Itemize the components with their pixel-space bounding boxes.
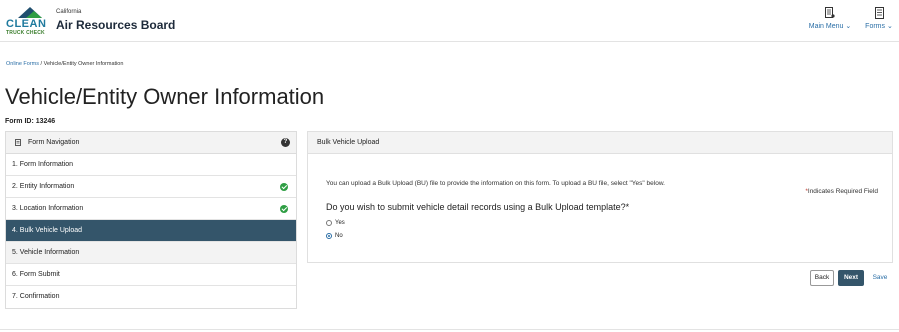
nav-item-label: 4. Bulk Vehicle Upload	[12, 227, 83, 234]
bulk-upload-question: Do you wish to submit vehicle detail rec…	[326, 202, 630, 212]
logo-text-truck-check: TRUCK CHECK	[6, 30, 45, 36]
save-button[interactable]: Save	[868, 270, 892, 286]
forms-menu-button[interactable]: Forms ⌄	[862, 7, 896, 30]
radio-no-circle[interactable]	[326, 233, 332, 239]
panel-title: Bulk Vehicle Upload	[308, 132, 892, 154]
main-menu-button[interactable]: Main Menu ⌄	[808, 7, 852, 30]
nav-item-entity-information[interactable]: 2. Entity Information	[6, 176, 296, 198]
brand-state: California	[56, 9, 82, 15]
main-menu-label: Main Menu ⌄	[808, 23, 852, 30]
breadcrumb-online-forms[interactable]: Online Forms	[6, 61, 39, 67]
radio-yes[interactable]: Yes	[326, 220, 345, 226]
help-icon[interactable]: ?	[281, 138, 290, 147]
nav-item-confirmation[interactable]: 7. Confirmation	[6, 286, 296, 308]
breadcrumb-separator: /	[40, 61, 43, 67]
document-icon	[15, 139, 21, 146]
breadcrumb: Online Forms / Vehicle/Entity Owner Info…	[6, 61, 123, 67]
logo-text-clean: CLEAN	[6, 18, 47, 30]
page-title: Vehicle/Entity Owner Information	[5, 84, 325, 109]
nav-item-label: 7. Confirmation	[12, 293, 60, 300]
clean-truck-check-logo[interactable]: CLEAN TRUCK CHECK	[6, 6, 54, 38]
brand-name[interactable]: Air Resources Board	[56, 18, 175, 32]
footer-divider	[0, 329, 899, 330]
nav-item-label: 1. Form Information	[12, 161, 74, 168]
nav-item-bulk-vehicle-upload[interactable]: 4. Bulk Vehicle Upload	[6, 220, 296, 242]
form-id: Form ID: 13246	[5, 118, 56, 125]
radio-yes-circle[interactable]	[326, 220, 332, 226]
nav-item-location-information[interactable]: 3. Location Information	[6, 198, 296, 220]
forms-menu-icon	[874, 7, 884, 19]
complete-check-icon	[280, 183, 288, 191]
back-button[interactable]: Back	[810, 270, 834, 286]
nav-item-label: 5. Vehicle Information	[12, 249, 80, 256]
breadcrumb-current: Vehicle/Entity Owner Information	[43, 61, 124, 67]
radio-no-label: No	[335, 233, 343, 239]
form-navigation-title: Form Navigation	[28, 139, 80, 146]
required-field-note: *Indicates Required Field	[805, 188, 878, 195]
nav-item-label: 2. Entity Information	[12, 183, 75, 190]
radio-no[interactable]: No	[326, 233, 343, 239]
main-menu-icon	[825, 7, 835, 18]
required-field-label: Indicates Required Field	[807, 188, 878, 195]
form-navigation-panel: Form Navigation ? 1. Form Information 2.…	[5, 131, 297, 309]
bulk-vehicle-upload-panel: Bulk Vehicle Upload You can upload a Bul…	[307, 131, 893, 263]
nav-item-label: 6. Form Submit	[12, 271, 60, 278]
bulk-upload-info: You can upload a Bulk Upload (BU) file t…	[326, 180, 665, 187]
complete-check-icon	[280, 205, 288, 213]
nav-item-form-submit[interactable]: 6. Form Submit	[6, 264, 296, 286]
next-button[interactable]: Next	[838, 270, 864, 286]
forms-menu-label: Forms ⌄	[865, 23, 893, 30]
nav-item-form-information[interactable]: 1. Form Information	[6, 154, 296, 176]
nav-item-vehicle-information[interactable]: 5. Vehicle Information	[6, 242, 296, 264]
radio-yes-label: Yes	[335, 220, 345, 226]
site-header: CLEAN TRUCK CHECK California Air Resourc…	[0, 0, 899, 42]
form-navigation-header: Form Navigation ?	[6, 132, 296, 154]
nav-item-label: 3. Location Information	[12, 205, 84, 212]
